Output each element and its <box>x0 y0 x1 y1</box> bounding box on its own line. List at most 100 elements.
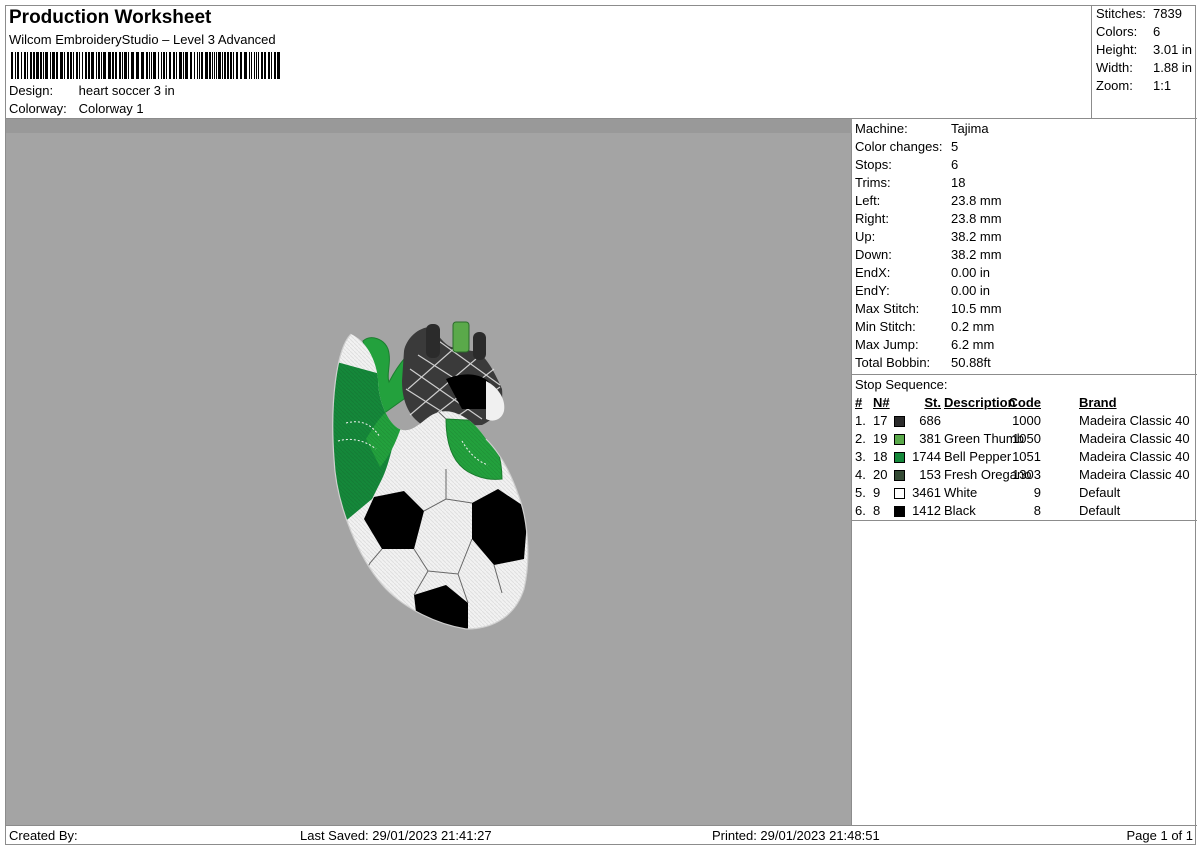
stat-label: Width: <box>1096 60 1133 75</box>
row-needle: 19 <box>873 431 888 446</box>
design-preview <box>6 119 852 825</box>
row-code: 1303 <box>1012 467 1041 482</box>
machine-info-row: Min Stitch: 0.2 mm <box>855 319 994 334</box>
info-value: 6 <box>951 157 959 172</box>
row-num: 5. <box>855 485 866 500</box>
row-brand: Madeira Classic 40 <box>1079 431 1190 446</box>
col-brand: Brand <box>1079 395 1117 410</box>
info-label: Machine: <box>855 121 908 136</box>
row-stitches: 1412 <box>912 503 941 518</box>
last-saved: Last Saved: 29/01/2023 21:41:27 <box>300 828 492 843</box>
info-value: 23.8 mm <box>951 193 1002 208</box>
info-value: 5 <box>951 139 959 154</box>
row-num: 3. <box>855 449 866 464</box>
info-value: 50.88ft <box>951 355 991 370</box>
stat-stitches: Stitches: 7839 <box>1096 6 1182 21</box>
row-num: 4. <box>855 467 866 482</box>
worksheet-header: Production Worksheet Wilcom EmbroiderySt… <box>6 6 1091 119</box>
thread-color-swatch <box>894 452 905 463</box>
divider <box>852 374 1197 375</box>
row-stitches: 686 <box>919 413 941 428</box>
stop-sequence-row: 2. 19 381 Green Thumb 1050 Madeira Classic 40 <box>852 431 1197 449</box>
barcode-image <box>11 52 280 79</box>
row-needle: 18 <box>873 449 888 464</box>
heart-soccer-embroidery-image <box>332 321 529 630</box>
stat-colors: Colors: 6 <box>1096 24 1160 39</box>
machine-info-row: Max Stitch: 10.5 mm <box>855 301 1002 316</box>
stat-value: 1.88 in <box>1153 60 1193 75</box>
page-title: Production Worksheet <box>9 7 212 28</box>
info-value: 0.00 in <box>951 283 991 298</box>
row-brand: Madeira Classic 40 <box>1079 413 1190 428</box>
stop-sequence-header: # N# St. Description Code Brand <box>852 395 1197 413</box>
colorway-row: Colorway: Colorway 1 <box>9 101 144 116</box>
info-value: 6.2 mm <box>951 337 995 352</box>
machine-info-row: Left: 23.8 mm <box>855 193 1002 208</box>
info-label: Left: <box>855 193 881 208</box>
col-n: N# <box>873 395 890 410</box>
row-description: Bell Pepper <box>944 449 1012 464</box>
worksheet-footer: Created By: Last Saved: 29/01/2023 21:41… <box>6 825 1197 846</box>
info-label: Trims: <box>855 175 891 190</box>
row-stitches: 1744 <box>912 449 941 464</box>
machine-info-row: Right: 23.8 mm <box>855 211 1002 226</box>
row-needle: 20 <box>873 467 888 482</box>
row-code: 1000 <box>1012 413 1041 428</box>
stat-label: Zoom: <box>1096 78 1133 93</box>
info-value: 38.2 mm <box>951 229 1002 244</box>
info-value: Tajima <box>951 121 989 136</box>
row-brand: Default <box>1079 485 1121 500</box>
machine-info-row: Down: 38.2 mm <box>855 247 1002 262</box>
info-label: EndX: <box>855 265 891 280</box>
design-label: Design: <box>9 83 54 98</box>
info-label: Right: <box>855 211 889 226</box>
page-number: Page 1 of 1 <box>1126 828 1194 843</box>
stat-label: Height: <box>1096 42 1138 57</box>
stat-height: Height: 3.01 in <box>1096 42 1192 57</box>
info-label: Up: <box>855 229 876 244</box>
row-code: 8 <box>1033 503 1041 518</box>
row-num: 1. <box>855 413 866 428</box>
design-row: Design: heart soccer 3 in <box>9 83 175 98</box>
thread-color-swatch <box>894 434 905 445</box>
stat-zoom: Zoom: 1:1 <box>1096 78 1171 93</box>
stat-value: 6 <box>1153 24 1161 39</box>
row-stitches: 381 <box>919 431 941 446</box>
info-value: 23.8 mm <box>951 211 1002 226</box>
machine-info-row: Trims: 18 <box>855 175 965 190</box>
info-value: 38.2 mm <box>951 247 1002 262</box>
row-needle: 9 <box>873 485 881 500</box>
stat-label: Colors: <box>1096 24 1138 39</box>
stop-sequence-title: Stop Sequence: <box>855 377 948 392</box>
machine-info-row: Color changes: 5 <box>855 139 958 154</box>
machine-info-row: Total Bobbin: 50.88ft <box>855 355 991 370</box>
design-value: heart soccer 3 in <box>78 83 175 98</box>
machine-info-panel: Machine: Tajima Color changes: 5 Stops: 6 Trim… <box>852 119 1197 825</box>
row-needle: 17 <box>873 413 888 428</box>
row-code: 9 <box>1033 485 1041 500</box>
stop-sequence-row: 4. 20 153 Fresh Oregano 1303 Madeira Classic … <box>852 467 1197 485</box>
info-label: Total Bobbin: <box>855 355 931 370</box>
row-num: 2. <box>855 431 866 446</box>
info-label: Color changes: <box>855 139 943 154</box>
info-label: EndY: <box>855 283 890 298</box>
thread-color-swatch <box>894 470 905 481</box>
row-brand: Madeira Classic 40 <box>1079 467 1190 482</box>
colorway-label: Colorway: <box>9 101 67 116</box>
divider <box>852 520 1197 521</box>
machine-info-row: EndX: 0.00 in <box>855 265 990 280</box>
info-label: Stops: <box>855 157 892 172</box>
info-value: 0.2 mm <box>951 319 995 334</box>
worksheet-frame: Production Worksheet Wilcom EmbroiderySt… <box>5 5 1197 846</box>
col-desc: Description <box>944 395 1016 410</box>
design-stats: Stitches: 7839 Colors: 6 Height: 3.01 in Wi… <box>1091 6 1197 119</box>
info-label: Down: <box>855 247 892 262</box>
machine-info-row: EndY: 0.00 in <box>855 283 990 298</box>
col-code: Code <box>1008 395 1042 410</box>
row-brand: Madeira Classic 40 <box>1079 449 1190 464</box>
info-value: 0.00 in <box>951 265 991 280</box>
row-description: Black <box>944 503 976 518</box>
stop-sequence-row: 6. 8 1412 Black 8 Default <box>852 503 1197 521</box>
info-value: 10.5 mm <box>951 301 1002 316</box>
stat-label: Stitches: <box>1096 6 1146 21</box>
